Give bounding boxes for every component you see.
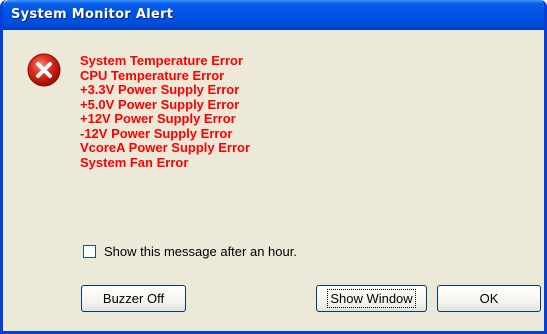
ok-button[interactable]: OK [437, 285, 541, 312]
error-item: CPU Temperature Error [80, 67, 225, 83]
buzzer-off-label: Buzzer Off [102, 291, 165, 306]
window-title: System Monitor Alert [11, 7, 174, 22]
title-bar[interactable]: System Monitor Alert [3, 0, 544, 30]
error-icon [27, 53, 61, 87]
dialog-body: System Temperature Error CPU Temperature… [6, 30, 544, 331]
show-window-button[interactable]: Show Window [316, 285, 427, 312]
buzzer-off-button[interactable]: Buzzer Off [81, 285, 186, 312]
show-later-label[interactable]: Show this message after an hour. [104, 244, 297, 259]
alert-dialog: System Monitor Alert System Temperature … [0, 0, 547, 334]
error-item: System Fan Error [80, 154, 189, 170]
error-item: -12V Power Supply Error [80, 125, 233, 141]
error-item: +3.3V Power Supply Error [80, 82, 240, 97]
error-item: VcoreA Power Supply Error [80, 140, 251, 155]
ok-label: OK [479, 291, 499, 306]
error-item: System Temperature Error [80, 53, 244, 68]
show-later-option[interactable]: Show this message after an hour. [83, 244, 297, 259]
error-list: System Temperature Error CPU Temperature… [80, 53, 251, 170]
error-item: +12V Power Supply Error [80, 111, 236, 126]
show-window-label: Show Window [327, 289, 416, 308]
show-later-checkbox[interactable] [83, 245, 96, 258]
error-item: +5.0V Power Supply Error [80, 96, 240, 112]
